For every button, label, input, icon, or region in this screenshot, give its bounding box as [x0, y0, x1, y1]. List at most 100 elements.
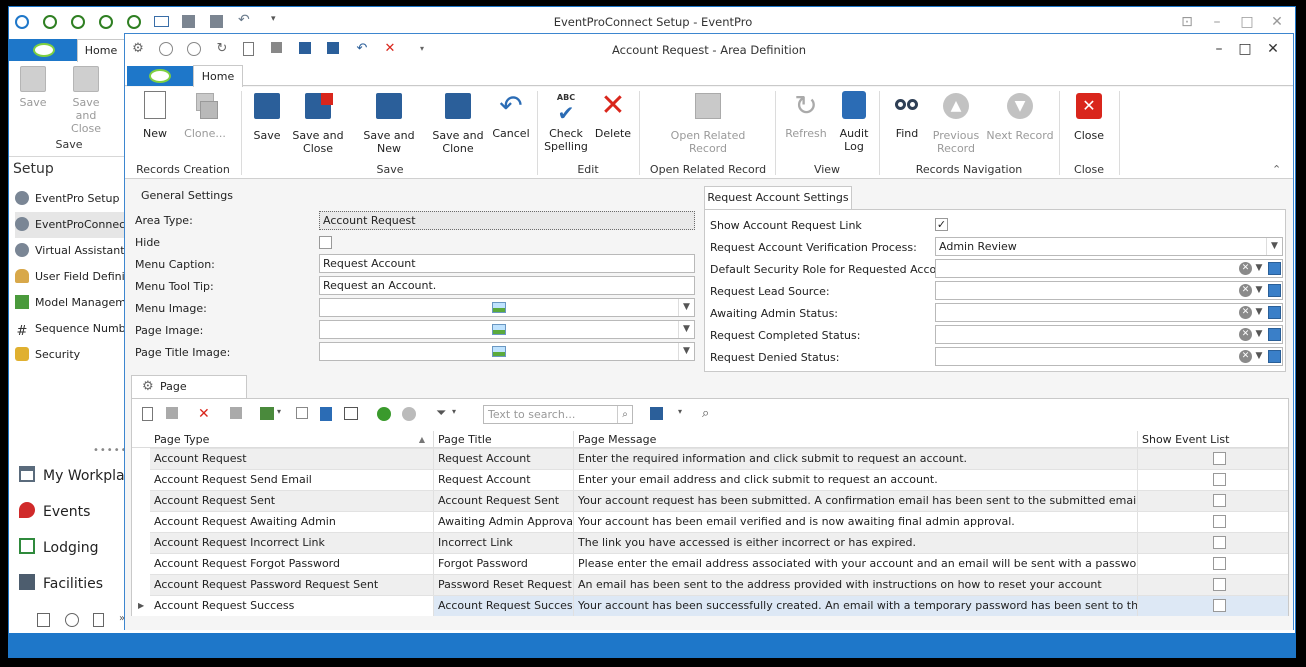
chevron-down-icon[interactable]: ▼ [1252, 348, 1266, 365]
table-row[interactable]: Account Request Awaiting Admin Awaiting A… [150, 511, 1288, 532]
save-and-close-button[interactable]: Save and Close [291, 91, 345, 155]
main-tab-home[interactable]: Home [77, 39, 125, 63]
request-denied-status-lookup[interactable]: ✕ ▼ [935, 347, 1283, 366]
show-event-list-checkbox[interactable] [1213, 494, 1226, 507]
cell-page-message[interactable]: An email has been sent to the address pr… [574, 575, 1138, 595]
cell-page-message[interactable]: Enter your email address and click submi… [574, 470, 1138, 490]
column-header-show-event-list[interactable]: Show Event List [1138, 431, 1288, 448]
lookup-icon[interactable] [1268, 350, 1281, 363]
filter-icon[interactable]: ⏷ [436, 407, 450, 421]
previous-record-button[interactable]: ▲ Previous Record [931, 91, 981, 155]
show-event-list-checkbox[interactable] [1213, 515, 1226, 528]
chevron-down-icon[interactable]: ▾ [277, 407, 281, 416]
table-row[interactable]: Account Request Send Email Request Accoun… [150, 469, 1288, 490]
search-icon[interactable]: ⌕ [617, 406, 632, 423]
table-row[interactable]: Account Request Incorrect Link Incorrect … [150, 532, 1288, 553]
clear-icon[interactable]: ✕ [1239, 262, 1252, 275]
save-and-clone-button[interactable]: Save and Clone [431, 91, 485, 155]
cell-page-message[interactable]: The link you have accessed is either inc… [574, 533, 1138, 553]
open-related-record-button[interactable]: Open Related Record [665, 91, 751, 155]
close-icon[interactable]: ✕ [1263, 41, 1283, 59]
table-row[interactable]: Account Request Password Request Sent Pas… [150, 574, 1288, 595]
move-up-icon[interactable] [377, 407, 391, 421]
show-event-list-checkbox[interactable] [1213, 557, 1226, 570]
minimize-icon[interactable]: – [1207, 13, 1227, 31]
minimize-icon[interactable]: – [1209, 41, 1229, 59]
clear-icon[interactable]: ✕ [1239, 350, 1252, 363]
area-type-field[interactable]: Account Request [319, 211, 695, 230]
cell-page-type[interactable]: Account Request Success [150, 596, 434, 616]
default-security-role-lookup[interactable]: ✕ ▼ [935, 259, 1283, 278]
chevron-down-icon[interactable]: ▼ [678, 321, 694, 338]
close-icon[interactable]: ✕ [1267, 13, 1287, 31]
menu-caption-field[interactable]: Request Account [319, 254, 695, 273]
cell-page-title[interactable]: Forgot Password [434, 554, 574, 574]
request-completed-status-lookup[interactable]: ✕ ▼ [935, 325, 1283, 344]
clear-icon[interactable]: ✕ [1239, 306, 1252, 319]
find-in-grid-icon[interactable]: ⌕ [702, 407, 716, 421]
cell-page-title[interactable]: Password Reset Request [434, 575, 574, 595]
cell-page-type[interactable]: Account Request Password Request Sent [150, 575, 434, 595]
cell-page-title[interactable]: Request Account [434, 449, 574, 469]
cell-page-title[interactable]: Incorrect Link [434, 533, 574, 553]
page-title-image-picker[interactable]: ▼ [319, 342, 695, 361]
maximize-icon[interactable]: □ [1237, 13, 1257, 31]
lookup-icon[interactable] [1268, 284, 1281, 297]
chevron-down-icon[interactable]: ▼ [1252, 282, 1266, 299]
chevron-down-icon[interactable]: ▼ [1252, 326, 1266, 343]
clear-icon[interactable]: ✕ [1239, 328, 1252, 341]
cell-page-message[interactable]: Your account request has been submitted.… [574, 491, 1138, 511]
audit-log-button[interactable]: Audit Log [835, 91, 873, 153]
child-logo-tab[interactable] [127, 66, 193, 86]
setup-item-user-field-definitions[interactable]: User Field Definitions [15, 264, 129, 290]
restore-ribbon-icon[interactable]: ⊡ [1177, 13, 1197, 31]
tab-request-account-settings[interactable]: Request Account Settings [704, 186, 852, 210]
cell-page-type[interactable]: Account Request Sent [150, 491, 434, 511]
cell-page-message[interactable]: Please enter the email address associate… [574, 554, 1138, 574]
cell-page-title[interactable]: Request Account [434, 470, 574, 490]
table-row[interactable]: Account Request Request Account Enter the … [150, 448, 1288, 469]
clone-icon[interactable] [166, 407, 178, 419]
nav-lodging[interactable]: Lodging [19, 534, 99, 562]
chevron-down-icon[interactable]: ▾ [678, 407, 682, 416]
child-tab-home[interactable]: Home [193, 65, 243, 88]
lookup-icon[interactable] [1268, 328, 1281, 341]
show-event-list-checkbox[interactable] [1213, 578, 1226, 591]
main-save-close-button[interactable]: Save and Close [61, 66, 111, 135]
lookup-icon[interactable] [1268, 262, 1281, 275]
setup-item-security[interactable]: Security [15, 342, 129, 368]
chevron-down-icon[interactable]: ▼ [1252, 260, 1266, 277]
table-row[interactable]: Account Request Forgot Password Forgot Pa… [150, 553, 1288, 574]
clipboard-icon[interactable] [93, 613, 104, 627]
close-button[interactable]: ✕ Close [1069, 91, 1109, 142]
new-button[interactable]: New [133, 91, 177, 140]
clone-button[interactable]: Clone... [181, 91, 229, 140]
cell-page-message[interactable]: Enter the required information and click… [574, 449, 1138, 469]
hide-checkbox[interactable] [319, 236, 332, 249]
cell-page-type[interactable]: Account Request Awaiting Admin [150, 512, 434, 532]
save-button[interactable]: Save [249, 91, 285, 142]
columns-icon[interactable] [260, 407, 274, 420]
details-icon[interactable] [344, 407, 358, 420]
table-row[interactable]: Account Request Success Account Request S… [138, 595, 1288, 616]
menu-tooltip-field[interactable]: Request an Account. [319, 276, 695, 295]
show-event-list-checkbox[interactable] [1213, 473, 1226, 486]
save-layout-icon[interactable] [650, 407, 663, 420]
cell-page-type[interactable]: Account Request [150, 449, 434, 469]
setup-item-virtual-assistant-setup[interactable]: Virtual Assistant Setup [15, 238, 129, 264]
move-down-icon[interactable] [402, 407, 416, 421]
save-and-new-button[interactable]: Save and New [351, 91, 427, 155]
new-icon[interactable] [142, 407, 153, 421]
related-record-icon[interactable] [230, 407, 242, 419]
request-lead-source-lookup[interactable]: ✕ ▼ [935, 281, 1283, 300]
maximize-icon[interactable]: □ [1235, 41, 1255, 59]
grid-search-input[interactable]: Text to search... [483, 405, 633, 424]
cell-page-title[interactable]: Awaiting Admin Approval [434, 512, 574, 532]
cell-page-title[interactable]: Account Request Success [434, 596, 574, 616]
cell-page-type[interactable]: Account Request Incorrect Link [150, 533, 434, 553]
chat-icon[interactable] [65, 613, 79, 627]
column-header-page-type[interactable]: Page Type ▲ [150, 431, 434, 448]
cancel-button[interactable]: ↶ Cancel [489, 91, 533, 141]
link-icon[interactable] [296, 407, 308, 419]
page-image-picker[interactable]: ▼ [319, 320, 695, 339]
